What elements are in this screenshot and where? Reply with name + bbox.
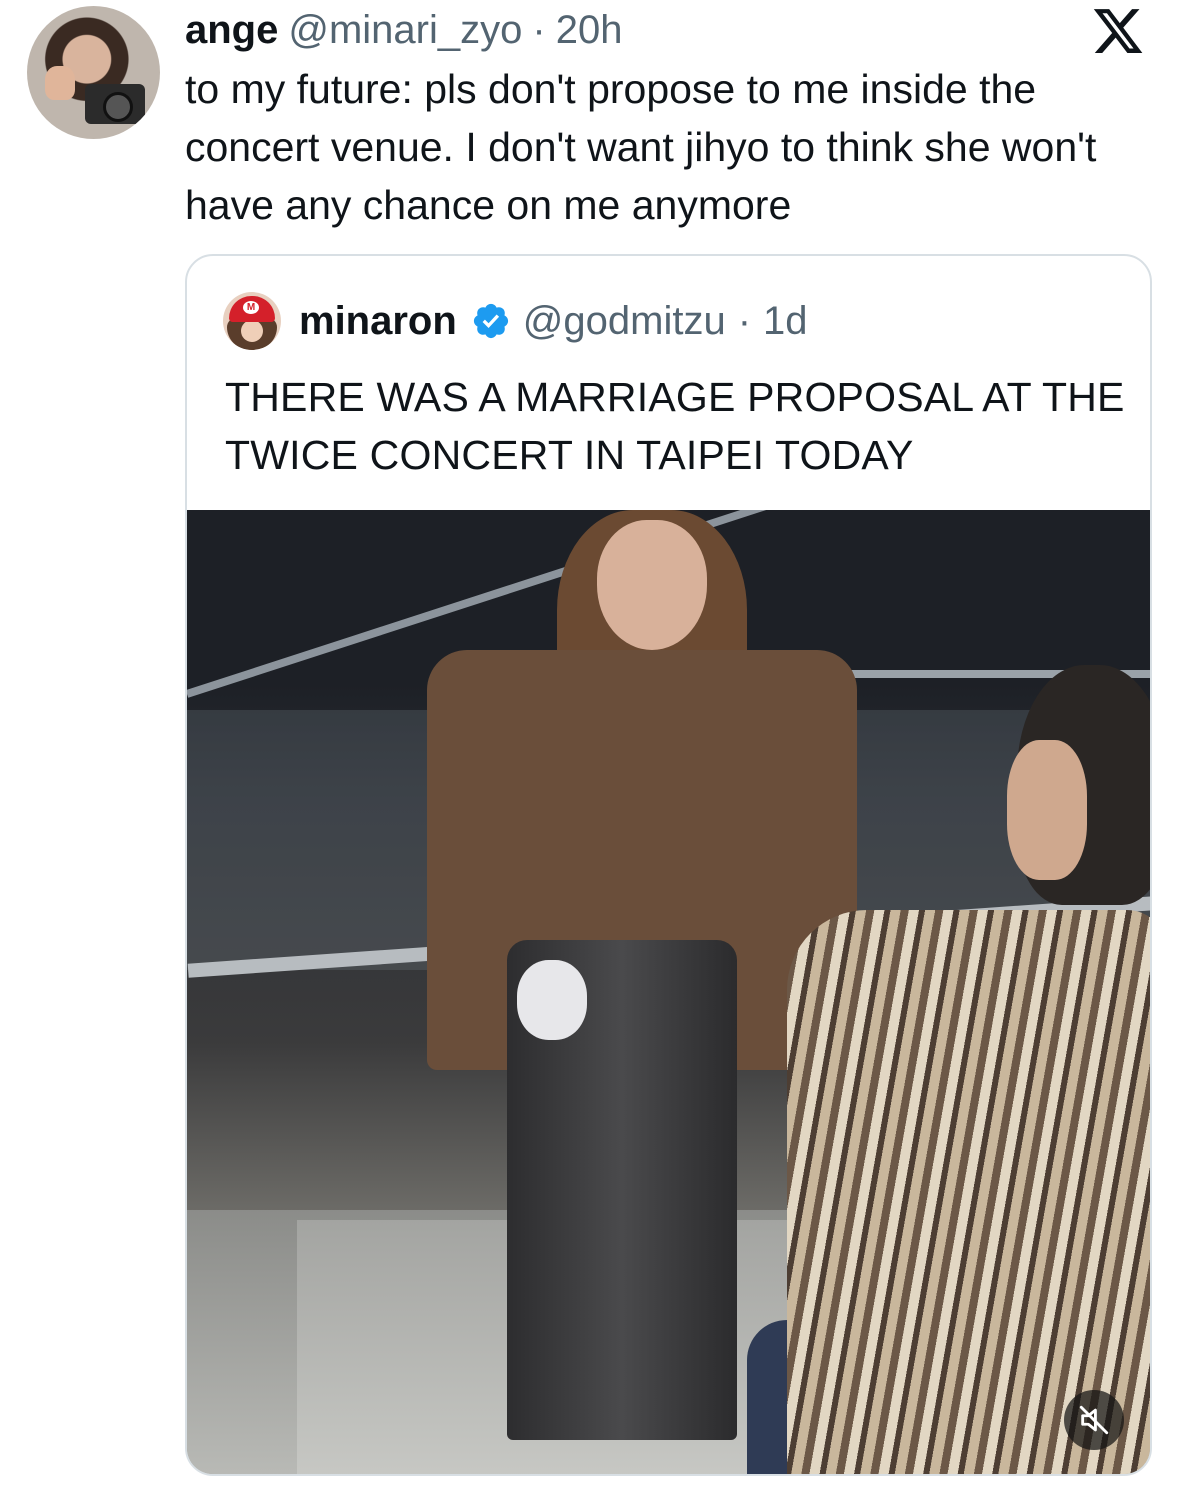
verified-badge-icon	[473, 303, 508, 339]
tweet-header: ange @minari_zyo · 20h	[185, 6, 622, 54]
quoted-tweet-timestamp[interactable]: 1d	[763, 299, 808, 344]
tweet-timestamp[interactable]: 20h	[556, 6, 623, 54]
quoted-tweet-text: THERE WAS A MARRIAGE PROPOSAL AT THE TWI…	[225, 374, 1125, 478]
header-separator: ·	[532, 8, 546, 52]
cap-emblem-icon: M	[243, 301, 259, 314]
tweet-text: to my future: pls don't propose to me in…	[185, 66, 1097, 228]
quoted-tweet-video[interactable]	[187, 510, 1150, 1474]
quoted-author-handle[interactable]: @godmitzu	[523, 299, 726, 344]
avatar-camera-detail	[85, 84, 145, 124]
quoted-avatar-face	[241, 320, 263, 342]
quoted-author-avatar[interactable]: M	[223, 292, 281, 350]
video-woman-face	[597, 520, 707, 650]
muted-speaker-icon	[1079, 1405, 1109, 1435]
x-logo-icon	[1093, 9, 1143, 53]
video-man-face	[1007, 740, 1087, 880]
unmute-button[interactable]	[1064, 1390, 1124, 1450]
quoted-author-name[interactable]: minaron	[299, 299, 457, 344]
quoted-tweet-header: M minaron @godmitzu · 1d	[223, 292, 808, 350]
author-handle[interactable]: @minari_zyo	[288, 6, 522, 54]
quoted-tweet-card[interactable]: M minaron @godmitzu · 1d THERE WAS A MAR…	[185, 254, 1152, 1476]
quoted-header-separator: ·	[737, 298, 752, 343]
tweet-screenshot: ange @minari_zyo · 20h to my future: pls…	[0, 0, 1179, 1492]
author-avatar[interactable]	[27, 6, 160, 139]
author-name[interactable]: ange	[185, 6, 278, 54]
avatar-hand-detail	[45, 66, 75, 100]
video-lightstick	[517, 960, 587, 1040]
